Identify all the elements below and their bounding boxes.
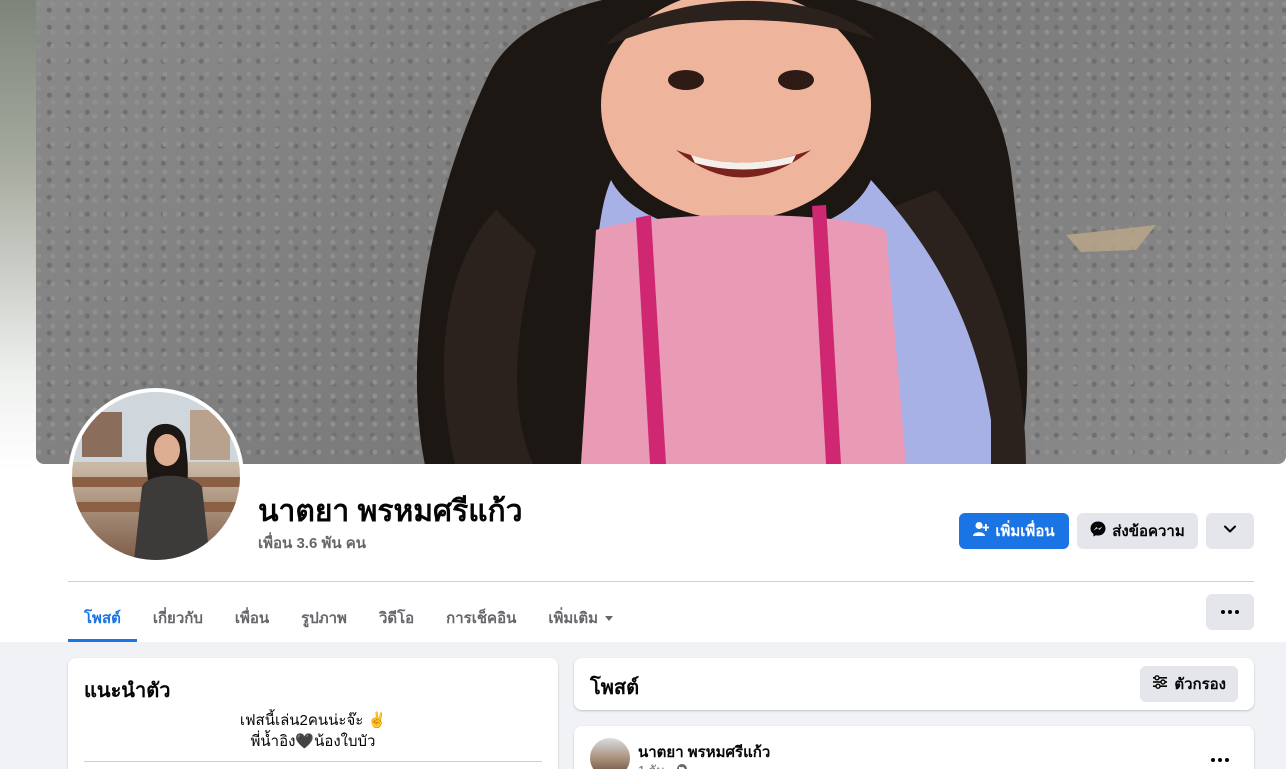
add-friend-label: เพิ่มเพื่อน xyxy=(995,523,1055,540)
posts-header-card: โพสต์ ตัวกรอง xyxy=(574,658,1254,710)
profile-options-button[interactable] xyxy=(1206,513,1254,549)
bio-line: พี่น้ำอิง🖤น้องใบบัว xyxy=(250,733,376,750)
post-card: นาตยา พรหมศรีแก้ว 1 วัน · xyxy=(574,726,1254,769)
more-icon xyxy=(1211,758,1229,762)
add-friend-icon xyxy=(973,521,990,541)
post-options-button[interactable] xyxy=(1202,742,1238,769)
messenger-icon xyxy=(1090,521,1106,541)
tab-label: เพื่อน xyxy=(234,610,270,627)
profile-picture[interactable] xyxy=(68,388,244,564)
chevron-down-icon xyxy=(1223,522,1237,540)
tab-label: การเช็คอิน xyxy=(446,610,517,627)
posts-title: โพสต์ xyxy=(590,677,640,699)
filter-button[interactable]: ตัวกรอง xyxy=(1140,666,1238,702)
bio-line: เฟสนี้เล่น2คนน่ะจ๊ะ ✌️ xyxy=(239,712,387,729)
caret-down-icon xyxy=(604,610,614,627)
message-label: ส่งข้อความ xyxy=(1112,523,1185,540)
tab-videos[interactable]: วิดีโอ xyxy=(363,594,430,642)
message-button[interactable]: ส่งข้อความ xyxy=(1077,513,1198,549)
intro-card: แนะนำตัว เฟสนี้เล่น2คนน่ะจ๊ะ ✌️ พี่น้ำอิ… xyxy=(68,658,558,769)
tab-checkins[interactable]: การเช็คอิน xyxy=(430,594,532,642)
cover-photo[interactable] xyxy=(36,0,1286,464)
filter-label: ตัวกรอง xyxy=(1174,676,1226,693)
more-icon xyxy=(1221,610,1239,614)
friend-count[interactable]: เพื่อน 3.6 พัน คน xyxy=(258,531,366,555)
post-meta: 1 วัน · xyxy=(638,760,688,769)
post-time[interactable]: 1 วัน · xyxy=(638,760,673,769)
tab-about[interactable]: เกี่ยวกับ xyxy=(137,594,219,642)
page-edge-shadow xyxy=(0,0,36,470)
filter-icon xyxy=(1152,674,1168,694)
tab-label: โพสต์ xyxy=(84,610,121,627)
tab-more[interactable]: เพิ่มเติม xyxy=(532,594,630,642)
cover-photo-illustration xyxy=(416,0,1156,464)
header-divider xyxy=(68,581,1254,582)
profile-avatar-image xyxy=(72,392,240,560)
tabs-more-button[interactable] xyxy=(1206,594,1254,630)
profile-name: นาตยา พรหมศรีแก้ว xyxy=(258,495,523,528)
intro-divider xyxy=(84,761,542,762)
tab-label: เกี่ยวกับ xyxy=(152,610,203,627)
tab-label: วิดีโอ xyxy=(378,610,415,627)
tab-label: เพิ่มเติม xyxy=(548,610,599,627)
add-friend-button[interactable]: เพิ่มเพื่อน xyxy=(959,513,1069,549)
tab-posts[interactable]: โพสต์ xyxy=(68,594,137,642)
tab-photos[interactable]: รูปภาพ xyxy=(285,594,363,642)
globe-icon xyxy=(676,763,688,769)
intro-title: แนะนำตัว xyxy=(84,680,171,702)
tab-label: รูปภาพ xyxy=(301,610,347,627)
profile-tabs: โพสต์ เกี่ยวกับ เพื่อน รูปภาพ วิดีโอ การ… xyxy=(68,594,630,642)
intro-bio: เฟสนี้เล่น2คนน่ะจ๊ะ ✌️ พี่น้ำอิง🖤น้องใบบ… xyxy=(68,710,558,752)
post-author-avatar[interactable] xyxy=(590,738,630,769)
tab-friends[interactable]: เพื่อน xyxy=(219,594,285,642)
